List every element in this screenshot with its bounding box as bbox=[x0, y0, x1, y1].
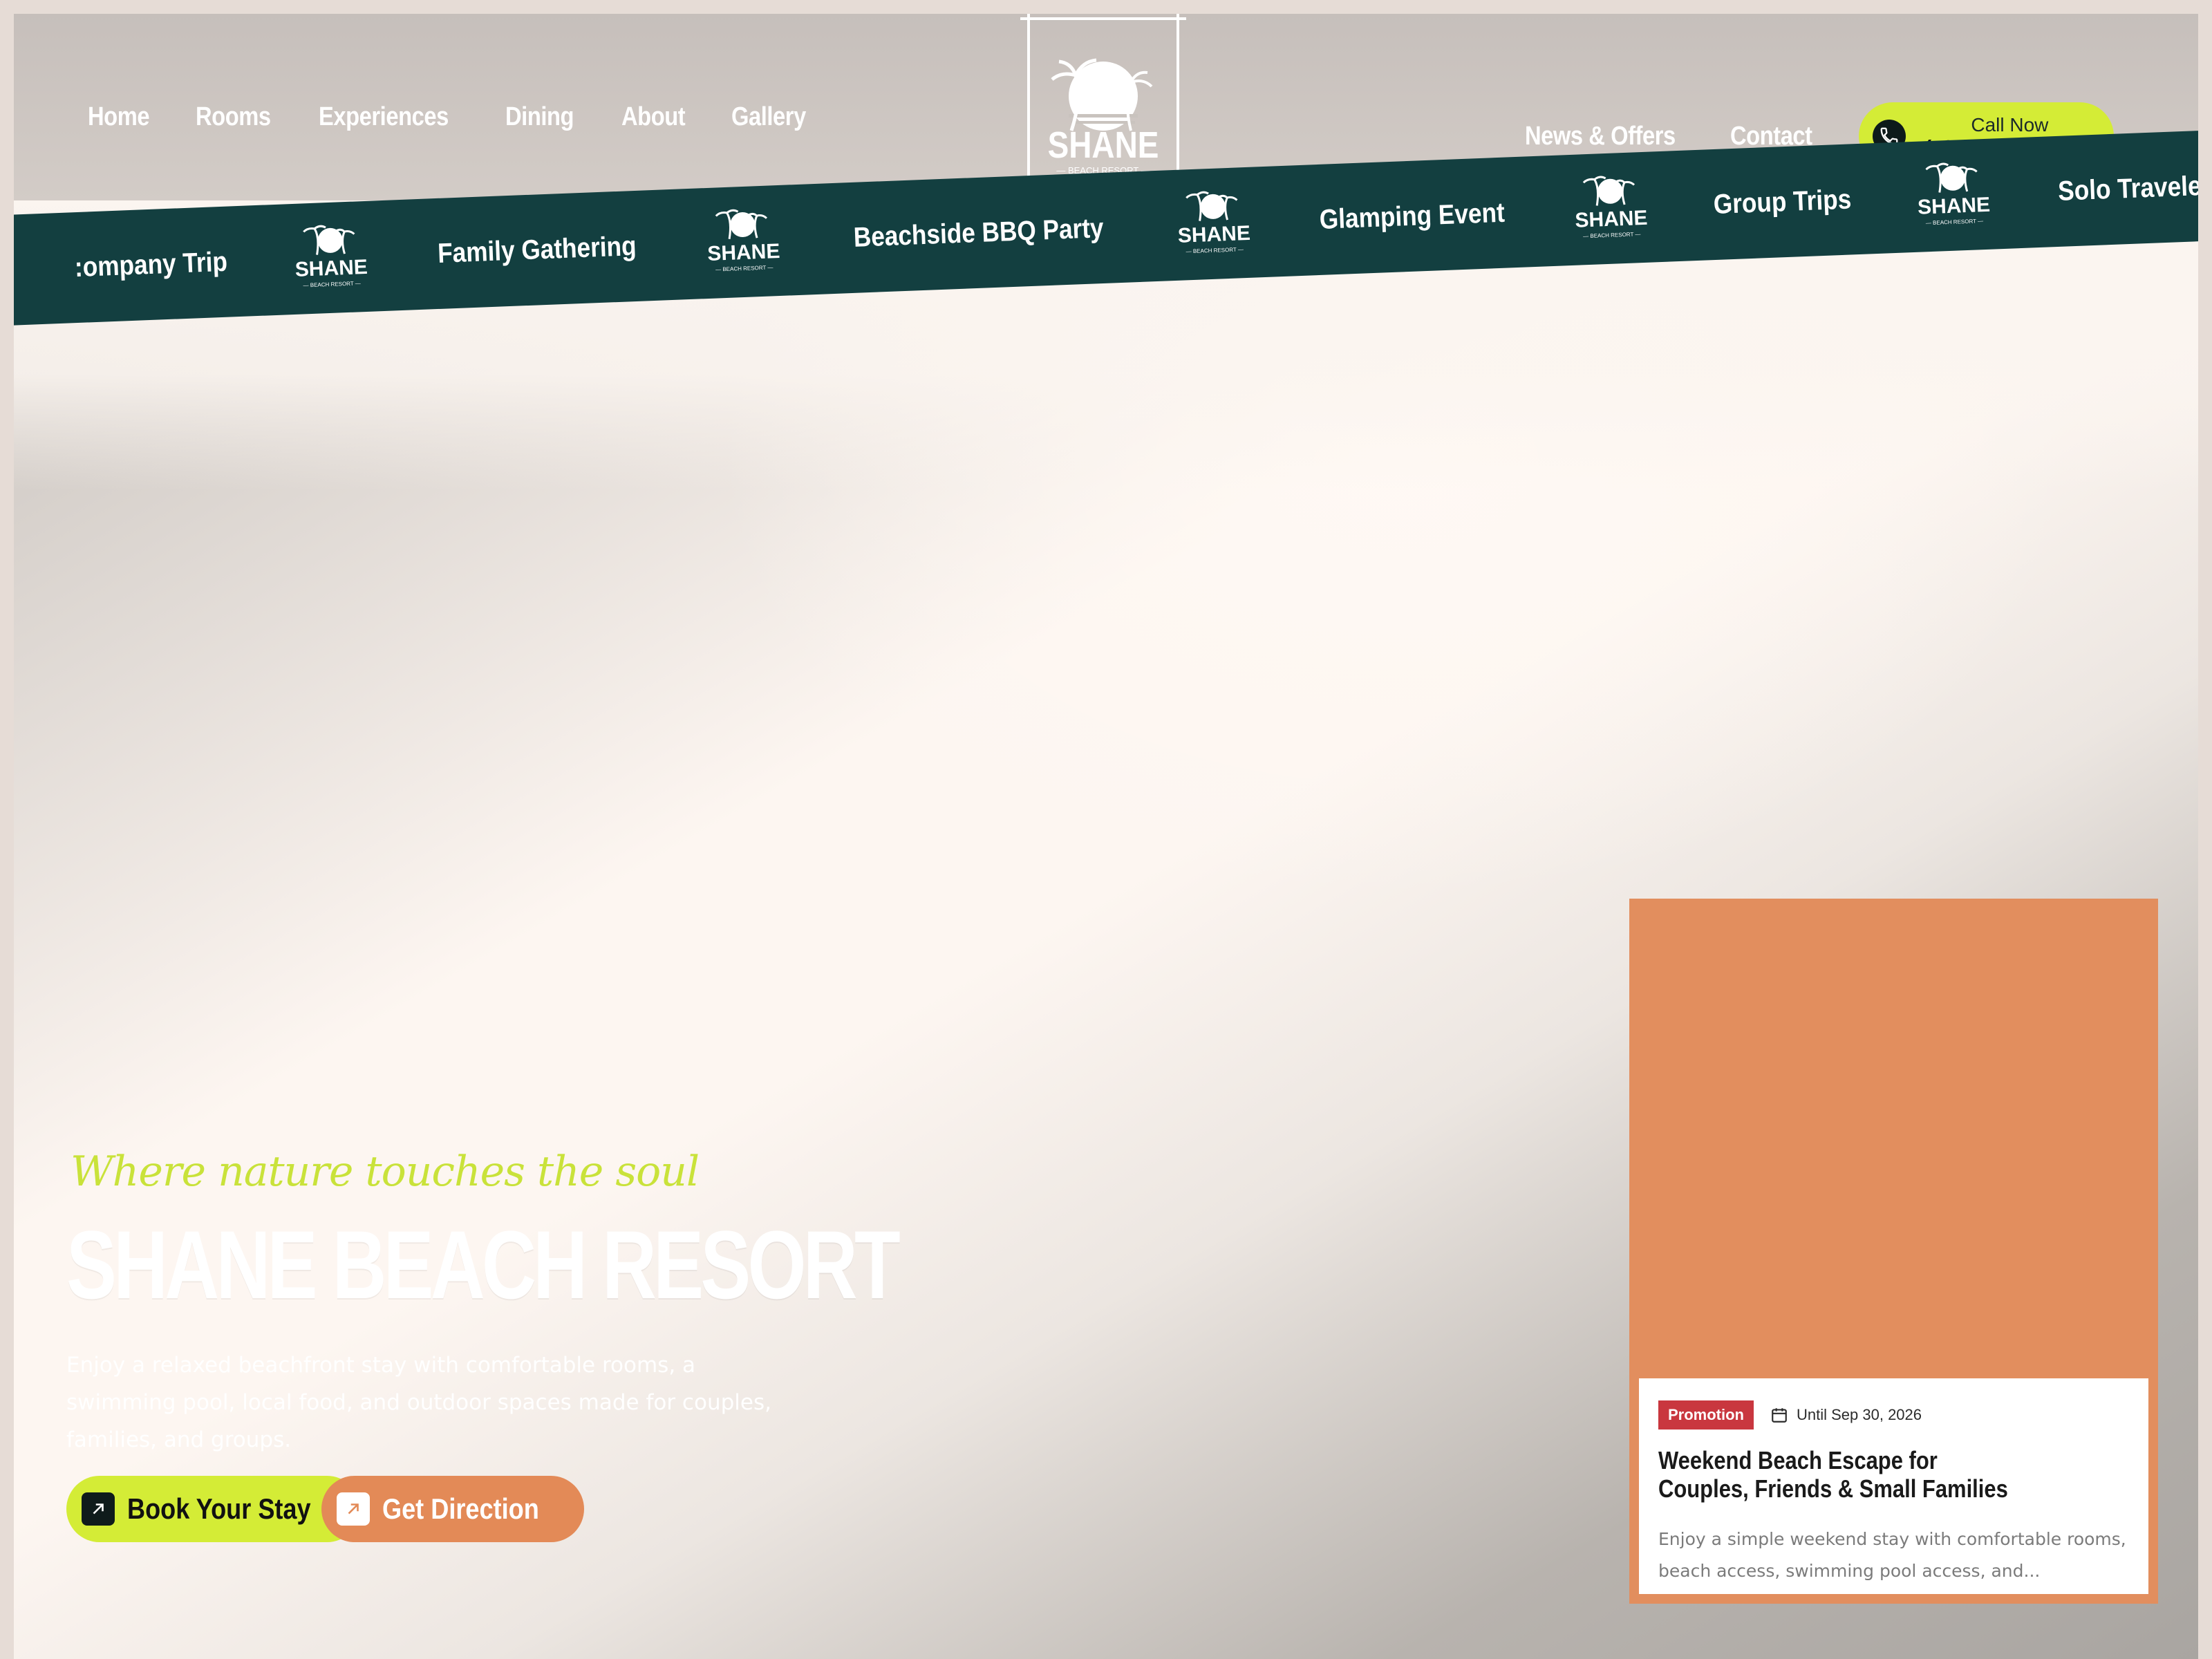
svg-text:— BEACH RESORT —: — BEACH RESORT — bbox=[1583, 231, 1641, 239]
svg-text:SHANE: SHANE bbox=[1918, 194, 1991, 219]
ribbon-item: Beachside BBQ Party bbox=[852, 212, 1105, 253]
promotion-card-body: Promotion Until Sep 30, 2026 Weekend Bea… bbox=[1639, 1378, 2148, 1594]
nav-gallery[interactable]: Gallery bbox=[731, 102, 806, 132]
ribbon-item: Glamping Event bbox=[1319, 197, 1506, 235]
ribbon-logo-icon: SHANE— BEACH RESORT — bbox=[294, 225, 368, 288]
svg-text:SHANE: SHANE bbox=[1575, 207, 1648, 232]
hero-description: Enjoy a relaxed beachfront stay with com… bbox=[66, 1353, 771, 1452]
promotion-date: Until Sep 30, 2026 bbox=[1797, 1406, 1922, 1423]
ribbon-logo-icon: SHANE— BEACH RESORT — bbox=[1177, 191, 1251, 254]
svg-text:— BEACH RESORT —: — BEACH RESORT — bbox=[303, 280, 362, 288]
ribbon-item: Solo Travelers bbox=[2057, 169, 2198, 207]
svg-text:SHANE: SHANE bbox=[707, 240, 780, 265]
promotion-badge: Promotion bbox=[1658, 1400, 1754, 1430]
svg-text:SHANE: SHANE bbox=[294, 256, 368, 281]
hero-title: SHANE BEACH RESORT bbox=[66, 1210, 901, 1319]
arrow-up-right-icon bbox=[337, 1492, 370, 1526]
svg-text:— BEACH RESORT —: — BEACH RESORT — bbox=[715, 264, 774, 272]
nav-dining[interactable]: Dining bbox=[505, 102, 574, 132]
promotion-title[interactable]: Weekend Beach Escape for Couples, Friend… bbox=[1658, 1446, 2015, 1503]
book-your-stay-button[interactable]: Book Your Stay bbox=[66, 1476, 360, 1542]
hero-tagline: Where nature touches the soul bbox=[71, 1147, 700, 1196]
ribbon-item: Family Gathering bbox=[437, 230, 637, 269]
svg-text:— BEACH RESORT —: — BEACH RESORT — bbox=[1926, 218, 1984, 226]
site-logo[interactable]: SHANE — BEACH RESORT — bbox=[1020, 14, 1186, 202]
primary-nav-left: Home Rooms Experiences Dining About Gall… bbox=[88, 102, 854, 132]
nav-home[interactable]: Home bbox=[88, 102, 150, 132]
ribbon-item: Group Trips bbox=[1712, 183, 1852, 220]
svg-text:— BEACH RESORT —: — BEACH RESORT — bbox=[1186, 246, 1244, 254]
svg-text:SHANE: SHANE bbox=[1177, 222, 1250, 247]
get-direction-button[interactable]: Get Direction bbox=[321, 1476, 584, 1542]
promotion-excerpt: Enjoy a simple weekend stay with comfort… bbox=[1658, 1529, 2126, 1581]
ribbon-logo-icon: SHANE— BEACH RESORT — bbox=[707, 209, 780, 273]
book-your-stay-label: Book Your Stay bbox=[127, 1492, 311, 1525]
arrow-up-right-icon bbox=[82, 1492, 115, 1526]
promotion-meta: Promotion Until Sep 30, 2026 bbox=[1658, 1400, 2129, 1430]
promotion-card[interactable]: Promotion Until Sep 30, 2026 Weekend Bea… bbox=[1629, 899, 2158, 1604]
ribbon-logo-icon: SHANE— BEACH RESORT — bbox=[1575, 176, 1648, 239]
ribbon-item: :ompany Trip bbox=[74, 246, 228, 283]
nav-news-offers[interactable]: News & Offers bbox=[1525, 122, 1676, 151]
call-label: Call Now bbox=[1971, 114, 2049, 135]
ribbon-logo-icon: SHANE— BEACH RESORT — bbox=[1918, 162, 1991, 226]
page-frame: Home Rooms Experiences Dining About Gall… bbox=[14, 14, 2198, 1659]
get-direction-label: Get Direction bbox=[382, 1492, 539, 1525]
nav-about[interactable]: About bbox=[621, 102, 686, 132]
calendar-icon bbox=[1772, 1408, 1787, 1423]
nav-experiences[interactable]: Experiences bbox=[319, 102, 449, 132]
nav-rooms[interactable]: Rooms bbox=[196, 102, 271, 132]
logo-wordmark: SHANE bbox=[1047, 124, 1159, 166]
